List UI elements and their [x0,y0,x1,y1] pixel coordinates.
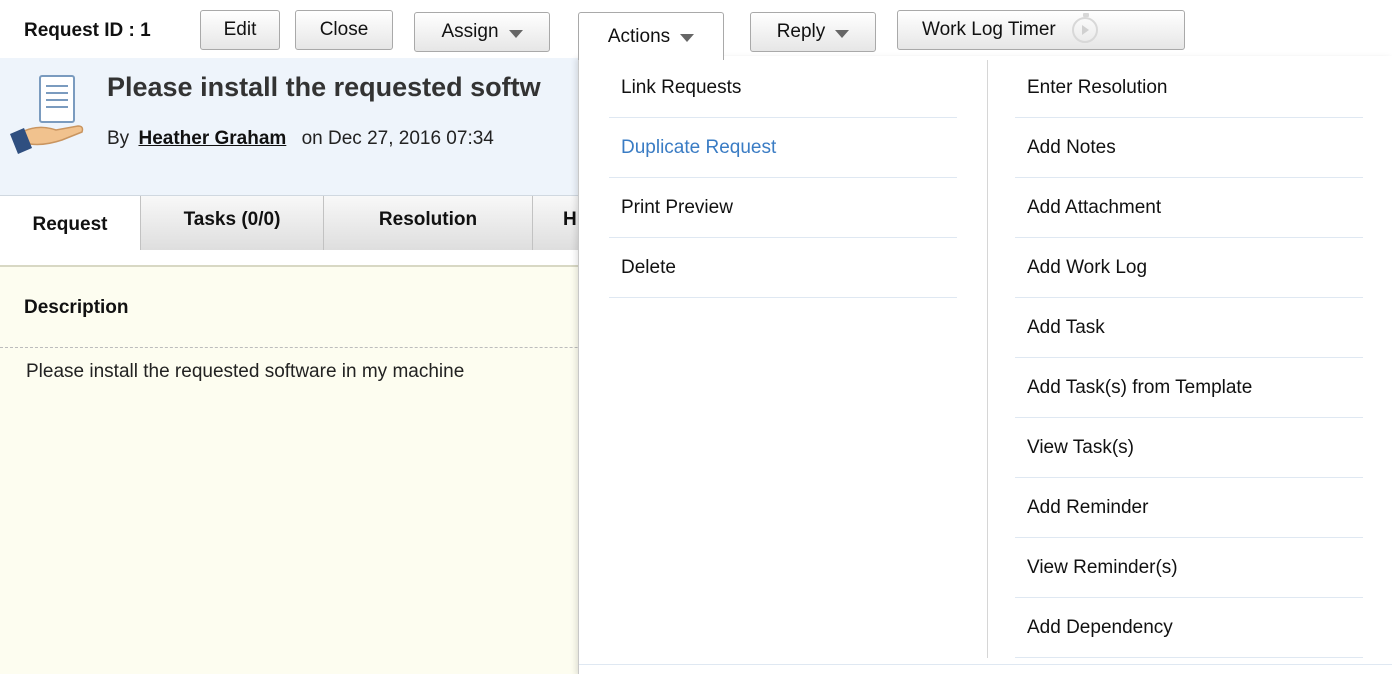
assign-button-label: Assign [441,21,499,42]
menu-item-add-notes[interactable]: Add Notes [1015,118,1363,178]
created-date: on Dec 27, 2016 07:34 [301,128,494,149]
menu-item-add-reminder[interactable]: Add Reminder [1015,478,1363,538]
menu-item-duplicate-request[interactable]: Duplicate Request [609,118,957,178]
stopwatch-play-icon[interactable] [1071,13,1098,43]
request-id-label: Request ID : 1 [24,20,151,41]
work-log-timer-label: Work Log Timer [922,19,1056,40]
request-title: Please install the requested softw [107,72,541,102]
request-meta: By Heather Graham on Dec 27, 2016 07:34 [107,128,494,150]
description-label: Description [24,297,129,318]
menu-item-view-reminders[interactable]: View Reminder(s) [1015,538,1363,598]
menu-column-divider [987,60,988,658]
menu-item-delete[interactable]: Delete [609,238,957,298]
description-text: Please install the requested software in… [26,361,465,382]
reply-button[interactable]: Reply [750,12,876,52]
reply-caret-icon [835,29,850,38]
tab-resolution[interactable]: Resolution [323,196,533,250]
request-hand-document-icon [10,75,84,154]
assign-button[interactable]: Assign [414,12,550,52]
menu-item-add-tasks-from-template[interactable]: Add Task(s) from Template [1015,358,1363,418]
edit-button-label: Edit [223,19,257,40]
tab-tasks[interactable]: Tasks (0/0) [140,196,324,250]
tab-request[interactable]: Request [0,196,140,250]
author-link[interactable]: Heather Graham [138,128,286,149]
menu-item-view-tasks[interactable]: View Task(s) [1015,418,1363,478]
reply-button-label: Reply [776,21,826,42]
actions-button-label: Actions [607,25,671,47]
work-log-timer-button[interactable]: Work Log Timer [897,10,1185,50]
menu-bottom-border [579,664,1392,665]
menu-item-print-preview[interactable]: Print Preview [609,178,957,238]
close-button[interactable]: Close [295,10,393,50]
actions-dropdown-menu: Link Requests Duplicate Request Print Pr… [578,56,1392,674]
actions-button[interactable]: Actions [578,12,724,60]
toolbar: Request ID : 1 Edit Close Assign Actions… [0,0,1392,60]
assign-caret-icon [508,29,523,38]
menu-item-add-task[interactable]: Add Task [1015,298,1363,358]
edit-button[interactable]: Edit [200,10,280,50]
menu-item-add-dependency[interactable]: Add Dependency [1015,598,1363,658]
menu-item-add-work-log[interactable]: Add Work Log [1015,238,1363,298]
menu-item-link-requests[interactable]: Link Requests [609,58,957,118]
close-button-label: Close [319,19,369,40]
actions-caret-icon [680,34,695,42]
menu-item-enter-resolution[interactable]: Enter Resolution [1015,58,1363,118]
menu-item-add-attachment[interactable]: Add Attachment [1015,178,1363,238]
by-label: By [107,128,130,149]
